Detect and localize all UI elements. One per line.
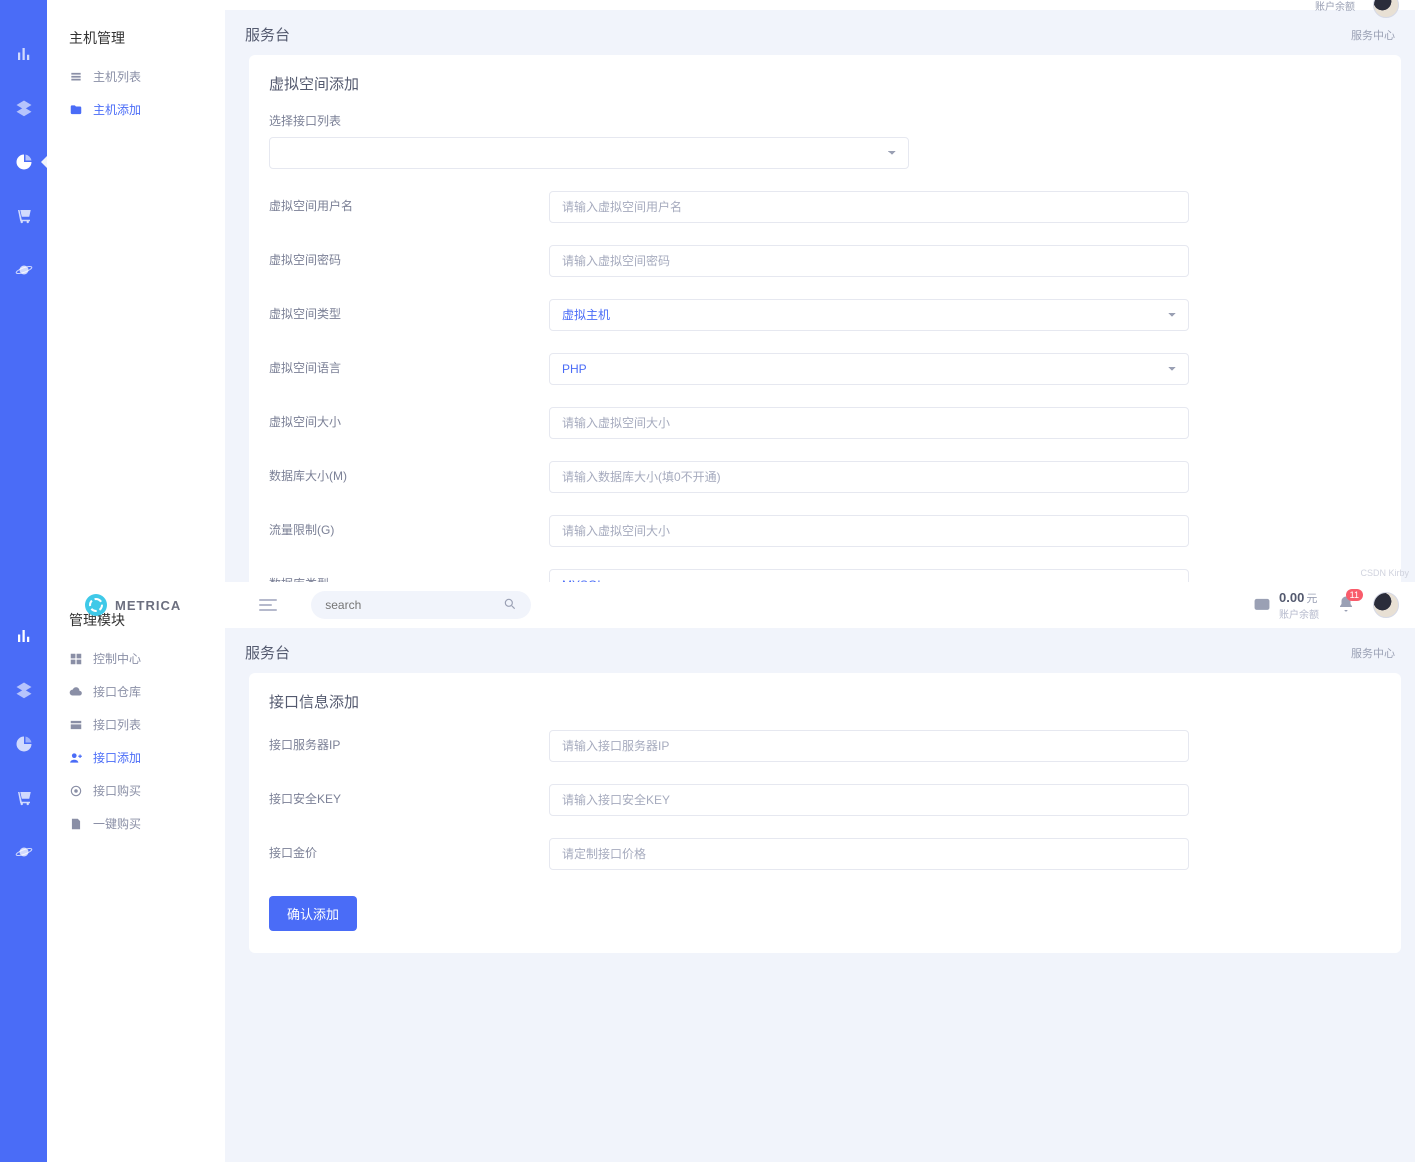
field-label-key: 接口安全KEY	[269, 784, 549, 807]
folder-icon	[69, 103, 83, 117]
search-icon	[503, 597, 517, 614]
sidebar-item-interface-add[interactable]: 接口添加	[47, 741, 225, 774]
cart-icon[interactable]	[15, 207, 33, 225]
sidebar-item-interface-store[interactable]: 接口仓库	[47, 675, 225, 708]
sidebar-item-control-center[interactable]: 控制中心	[47, 642, 225, 675]
brand[interactable]: METRICA	[85, 594, 181, 616]
chart-icon[interactable]	[15, 627, 33, 645]
sidebar-item-label: 控制中心	[93, 650, 141, 667]
sidebar-item-one-click-buy[interactable]: 一键购买	[47, 807, 225, 840]
field-label-dbsize: 数据库大小(M)	[269, 461, 549, 484]
panel-interface-add: 接口信息添加 接口服务器IP 接口安全KEY 接口金价 确认添加	[249, 673, 1401, 953]
watermark: CSDN Kirby	[1360, 568, 1409, 578]
wallet[interactable]: 0.00元 账户余额	[1253, 590, 1319, 621]
sidebar-item-interface-list[interactable]: 接口列表	[47, 708, 225, 741]
main: METRICA 0.00元 账户余额	[225, 582, 1415, 1162]
cloud-icon	[69, 685, 83, 699]
panel-title: 接口信息添加	[269, 691, 1381, 712]
list-icon	[69, 70, 83, 84]
notifications[interactable]: 11	[1337, 595, 1355, 616]
cart-icon[interactable]	[15, 789, 33, 807]
sidebar-item-interface-buy[interactable]: 接口购买	[47, 774, 225, 807]
target-icon	[69, 784, 83, 798]
icon-rail	[0, 0, 47, 582]
field-label-price: 接口金价	[269, 838, 549, 861]
search-input[interactable]	[325, 598, 495, 612]
layers-icon[interactable]	[15, 681, 33, 699]
grid-icon	[69, 652, 83, 666]
sub-sidebar: 管理模块 控制中心 接口仓库 接口列表 接口添加 接口购买	[47, 582, 225, 1162]
search-box[interactable]	[311, 591, 531, 619]
sidebar-item-label: 一键购买	[93, 815, 141, 832]
planet-icon[interactable]	[15, 261, 33, 279]
sidebar-item-host-add[interactable]: 主机添加	[47, 93, 225, 126]
sidebar-item-label: 接口列表	[93, 716, 141, 733]
wallet-currency: 元	[1306, 593, 1317, 605]
flow-input[interactable]	[549, 515, 1189, 547]
price-input[interactable]	[549, 838, 1189, 870]
field-label-size: 虚拟空间大小	[269, 407, 549, 430]
brand-logo	[85, 594, 107, 616]
dbsize-input[interactable]	[549, 461, 1189, 493]
type-select[interactable]: 虚拟主机	[549, 299, 1189, 331]
topbar: 账户余额	[225, 0, 1415, 10]
chart-icon[interactable]	[15, 45, 33, 63]
field-label-flow: 流量限制(G)	[269, 515, 549, 538]
panel-title: 虚拟空间添加	[269, 73, 1381, 94]
sidebar-item-label: 主机添加	[93, 101, 141, 118]
user-plus-icon	[69, 751, 83, 765]
card-icon	[69, 718, 83, 732]
field-label-username: 虚拟空间用户名	[269, 191, 549, 214]
app-interface-add: 管理模块 控制中心 接口仓库 接口列表 接口添加 接口购买	[0, 582, 1415, 1162]
main: 账户余额 服务台 服务中心 虚拟空间添加 选择接口列表 虚拟空间用户名	[225, 0, 1415, 582]
username-input[interactable]	[549, 191, 1189, 223]
sidebar-item-label: 接口添加	[93, 749, 141, 766]
sub-sidebar: 主机管理 主机列表 主机添加	[47, 0, 225, 582]
ip-input[interactable]	[549, 730, 1189, 762]
notification-badge: 11	[1346, 589, 1363, 601]
icon-rail	[0, 582, 47, 1162]
key-input[interactable]	[549, 784, 1189, 816]
brand-name: METRICA	[115, 598, 181, 613]
app-host-add: 主机管理 主机列表 主机添加 账户余额 服务台 服务中心	[0, 0, 1415, 582]
page-title: 服务台	[245, 642, 290, 663]
password-input[interactable]	[549, 245, 1189, 277]
field-label-interface: 选择接口列表	[269, 112, 341, 129]
size-input[interactable]	[549, 407, 1189, 439]
field-label-lang: 虚拟空间语言	[269, 353, 549, 376]
field-label-type: 虚拟空间类型	[269, 299, 549, 322]
sidebar-item-label: 接口购买	[93, 782, 141, 799]
lang-select[interactable]: PHP	[549, 353, 1189, 385]
field-label-password: 虚拟空间密码	[269, 245, 549, 268]
page-header: 服务台 服务中心	[225, 10, 1415, 55]
field-label-dbtype: 数据库类型	[269, 569, 549, 582]
wallet-sub: 账户余额	[1279, 606, 1319, 621]
planet-icon[interactable]	[15, 843, 33, 861]
topbar: METRICA 0.00元 账户余额	[225, 582, 1415, 628]
field-label-ip: 接口服务器IP	[269, 730, 549, 753]
panel-vhost-add: 虚拟空间添加 选择接口列表 虚拟空间用户名 虚拟空间密码 虚拟空	[249, 55, 1401, 582]
page-header: 服务台 服务中心	[225, 628, 1415, 673]
pie-icon[interactable]	[15, 735, 33, 753]
submit-button[interactable]: 确认添加	[269, 896, 357, 931]
page-title: 服务台	[245, 24, 290, 45]
wallet-amount: 0.00	[1279, 590, 1304, 605]
sidebar-item-label: 接口仓库	[93, 683, 141, 700]
menu-toggle-icon[interactable]	[259, 599, 277, 611]
doc-icon	[69, 817, 83, 831]
pie-icon[interactable]	[15, 153, 33, 171]
dbtype-select[interactable]: MYSQL	[549, 569, 1189, 582]
breadcrumb: 服务中心	[1351, 27, 1395, 43]
interface-select[interactable]	[269, 137, 909, 169]
sidebar-item-label: 主机列表	[93, 68, 141, 85]
breadcrumb: 服务中心	[1351, 645, 1395, 661]
sidebar-item-host-list[interactable]: 主机列表	[47, 60, 225, 93]
avatar[interactable]	[1373, 592, 1399, 618]
sidebar-group-title: 主机管理	[47, 14, 225, 60]
wallet-icon	[1253, 595, 1271, 616]
layers-icon[interactable]	[15, 99, 33, 117]
